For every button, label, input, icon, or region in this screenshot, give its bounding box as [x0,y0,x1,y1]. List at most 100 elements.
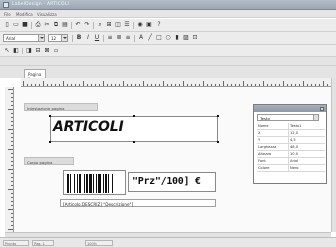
ruler-tick [115,84,116,86]
ruler-tick [83,81,84,86]
property-row[interactable]: X 12,0 [257,130,325,137]
price-text: "Prz"/100] € [132,176,201,187]
barcode-bar [86,174,88,193]
ruler-tick [251,84,252,86]
zoom-icon[interactable]: ⌕ [96,21,104,29]
barcode-bar [84,174,85,193]
open-icon[interactable]: ▭ [12,21,20,29]
properties-title-bar[interactable] [254,105,326,112]
ruler-tick [11,165,13,166]
barcode-bar [105,174,107,193]
ruler-tick [271,84,272,86]
status-ready: Pronto [3,240,29,246]
ruler-tick [291,84,292,86]
lock-icon[interactable]: ▫ [52,47,60,55]
chevron-down-icon[interactable] [38,35,44,41]
resize-handle[interactable] [217,115,219,117]
ellipse-tool-icon[interactable]: ○ [164,34,172,42]
ruler-tick [219,84,220,86]
property-row[interactable]: Font Arial [257,158,325,165]
layers-icon[interactable]: ◫ [114,21,122,29]
ruler-tick [11,125,13,126]
ruler-tick [11,221,13,222]
vertical-scrollbar[interactable] [331,78,336,232]
menu-modifica[interactable]: Modifica [16,12,33,17]
app-icon [3,2,9,8]
resize-handle[interactable] [217,141,219,143]
help-icon[interactable]: ? [155,21,163,29]
barcode-icon[interactable]: ▮ [173,34,181,42]
object-select[interactable]: Testo [257,114,319,121]
section-body-bar[interactable]: Corpo pagina [24,157,74,165]
underline-icon[interactable]: U [93,34,101,42]
toolbar-format: Arial 12 B I U ≡ ≣ ≡ A ╱ □ ○ ▮ ▨ ⊡ [0,32,336,45]
chevron-down-icon[interactable] [61,35,67,41]
ruler-tick [11,133,13,134]
ruler-tick [11,161,13,162]
grid-icon[interactable]: ⊞ [105,21,113,29]
italic-icon[interactable]: I [84,34,92,42]
ruler-tick [211,84,212,86]
ruler-tick [223,81,224,86]
font-combo[interactable]: Arial [3,34,45,42]
resize-handle[interactable] [49,115,51,117]
property-row[interactable]: Larghezza 48,0 [257,144,325,151]
ruler-tick [11,113,13,114]
ruler-tick [323,81,324,86]
print-preview-icon[interactable]: ▣ [145,21,153,29]
field-icon[interactable]: ⊡ [191,34,199,42]
bold-icon[interactable]: B [75,34,83,42]
save-icon[interactable]: ■ [21,21,29,29]
chevron-down-icon[interactable] [313,115,318,120]
bring-front-icon[interactable]: ◧ [12,47,20,55]
menu-visualizza[interactable]: Visualizza [37,12,57,17]
ruler-tick [227,84,228,86]
section-header-bar[interactable]: Intestazione pagina [24,103,98,111]
property-row[interactable]: Nome Testo1 [257,123,325,130]
paste-icon[interactable]: ▤ [61,21,69,29]
tab-pagina-1[interactable]: Pagina 1 [24,69,46,82]
align-right-icon[interactable]: ≡ [124,34,132,42]
print-icon[interactable]: ⎙ [34,21,42,29]
title-bar: LabelDesign - ARTICOLI [0,0,336,10]
group-icon[interactable]: ⊟ [34,47,42,55]
pointer-icon[interactable]: ↖ [3,47,11,55]
ruler-tick [11,173,13,174]
properties-icon[interactable]: ☰ [123,21,131,29]
barcode-field[interactable] [63,170,126,195]
align-left-icon[interactable]: ≡ [106,34,114,42]
image-icon[interactable]: ▨ [182,34,190,42]
copy-icon[interactable]: ⧉ [52,21,60,29]
send-back-icon[interactable]: ◨ [25,47,33,55]
toolbar-spacer [0,57,336,66]
ruler-tick [8,189,13,190]
new-icon[interactable]: ▯ [3,21,11,29]
property-row[interactable]: Altezza 10,0 [257,151,325,158]
menu-file[interactable]: File [4,12,11,17]
ruler-tick [163,81,164,86]
resize-handle[interactable] [49,141,51,143]
ruler-tick [79,84,80,86]
resize-handle[interactable] [133,115,135,117]
text-tool-icon[interactable]: A [137,34,145,42]
ruler-tick [11,105,13,106]
redo-icon[interactable]: ↷ [83,21,91,29]
barcode-bar [74,174,75,193]
undo-icon[interactable]: ↶ [74,21,82,29]
ungroup-icon[interactable]: ⊠ [43,47,51,55]
size-combo[interactable]: 12 [48,34,68,42]
line-tool-icon[interactable]: ╱ [146,34,154,42]
property-row[interactable]: Colore Nero [257,165,325,172]
close-icon[interactable] [320,106,324,111]
cut-icon[interactable]: ✂ [43,21,51,29]
rectangle-tool-icon[interactable]: □ [155,34,163,42]
ruler-tick [283,81,284,86]
property-row[interactable]: Y 4,5 [257,137,325,144]
align-center-icon[interactable]: ≣ [115,34,123,42]
ruler-tick [299,84,300,86]
resize-handle[interactable] [133,141,135,143]
preview-icon[interactable]: ◉ [136,21,144,29]
ruler-tick [327,84,328,86]
ruler-tick [147,84,148,86]
status-zoom: 100% [85,240,113,246]
